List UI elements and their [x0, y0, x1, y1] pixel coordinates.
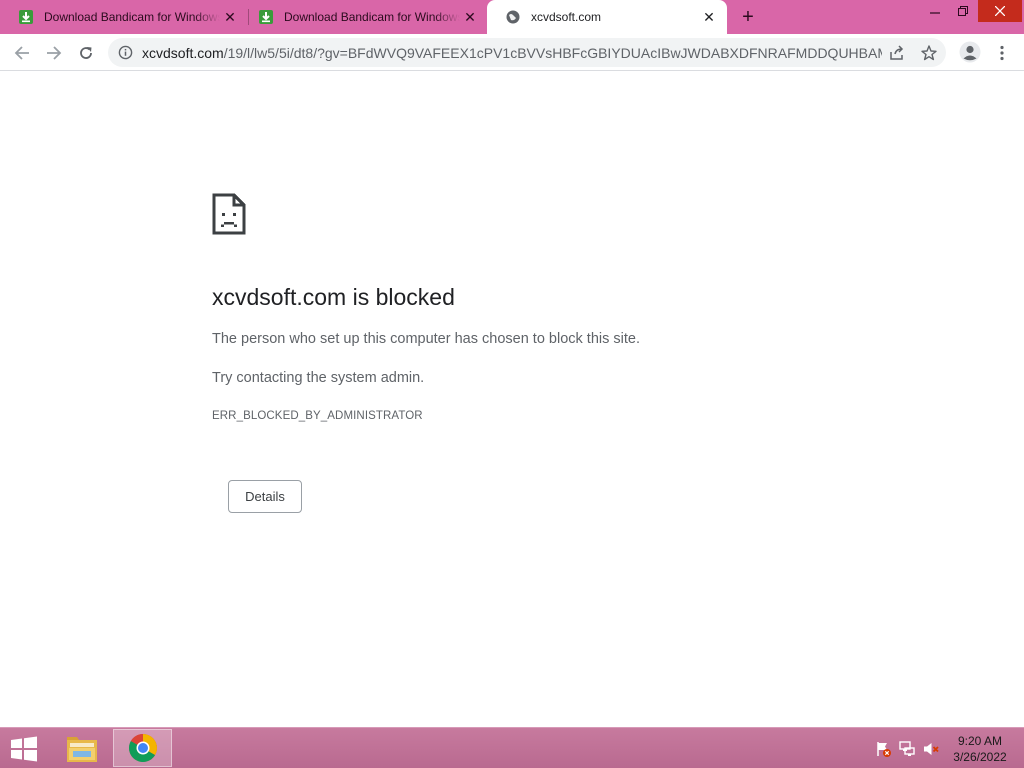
arrow-left-icon: [14, 46, 29, 60]
clock-time: 9:20 AM: [957, 734, 1003, 748]
tab-title: Download Bandicam for Windows: [284, 10, 460, 24]
close-window-button[interactable]: [978, 0, 1022, 22]
tab-title: Download Bandicam for Windows: [44, 10, 220, 24]
error-message: The person who set up this computer has …: [212, 331, 640, 347]
taskbar-file-explorer[interactable]: [58, 731, 106, 767]
page-content: xcvdsoft.com is blocked The person who s…: [0, 71, 1024, 727]
download-icon: [19, 10, 33, 24]
tab-strip: Download Bandicam for Windows ✕ Download…: [0, 0, 1024, 34]
back-button[interactable]: [11, 42, 33, 64]
more-vert-icon: [1000, 45, 1004, 61]
minimize-icon: [930, 12, 940, 14]
network-icon[interactable]: [898, 740, 916, 758]
sad-page-icon: [212, 193, 246, 235]
tab-bandicam-1[interactable]: Download Bandicam for Windows ✕: [0, 0, 248, 34]
action-center-flag-icon[interactable]: [874, 740, 892, 758]
reload-icon: [80, 47, 92, 59]
error-suggestion: Try contacting the system admin.: [212, 370, 425, 386]
restore-button[interactable]: [948, 0, 978, 22]
folder-icon: [67, 737, 97, 762]
minimize-button[interactable]: [920, 0, 950, 22]
site-info-icon[interactable]: [118, 45, 133, 60]
speaker-muted-icon[interactable]: [922, 740, 940, 758]
close-icon: [995, 6, 1005, 16]
url-path: /19/l/lw5/5i/dt8/?gv=BFdWVQ9VAFEEX1cPV1c…: [223, 45, 882, 61]
close-tab-icon[interactable]: ✕: [701, 9, 717, 25]
tab-bandicam-2[interactable]: Download Bandicam for Windows ✕: [240, 0, 488, 34]
globe-icon: [506, 10, 520, 24]
share-icon[interactable]: [888, 44, 906, 62]
url-text[interactable]: xcvdsoft.com/19/l/lw5/5i/dt8/?gv=BFdWVQ9…: [142, 45, 882, 61]
tab-title: xcvdsoft.com: [531, 10, 602, 24]
details-button[interactable]: Details: [228, 480, 302, 513]
tab-xcvdsoft[interactable]: xcvdsoft.com ✕: [487, 0, 727, 34]
menu-button[interactable]: [991, 42, 1013, 64]
browser-toolbar: xcvdsoft.com/19/l/lw5/5i/dt8/?gv=BFdWVQ9…: [0, 34, 1024, 71]
address-bar[interactable]: xcvdsoft.com/19/l/lw5/5i/dt8/?gv=BFdWVQ9…: [108, 38, 946, 67]
new-tab-button[interactable]: +: [738, 7, 758, 27]
profile-avatar-icon: [959, 41, 981, 63]
chrome-icon: [128, 734, 157, 762]
taskbar: 9:20 AM 3/26/2022: [0, 727, 1024, 768]
arrow-right-icon: [47, 46, 62, 60]
windows-start-icon[interactable]: [8, 736, 40, 762]
download-icon: [259, 10, 273, 24]
error-code: ERR_BLOCKED_BY_ADMINISTRATOR: [212, 410, 423, 422]
clock-date: 3/26/2022: [953, 750, 1007, 764]
close-tab-icon[interactable]: ✕: [222, 9, 238, 25]
taskbar-chrome[interactable]: [113, 729, 172, 767]
profile-button[interactable]: [958, 40, 982, 64]
url-host: xcvdsoft.com: [142, 45, 224, 61]
bookmark-star-icon[interactable]: [920, 44, 938, 62]
forward-button[interactable]: [43, 42, 65, 64]
restore-icon: [958, 6, 968, 16]
taskbar-clock[interactable]: 9:20 AM 3/26/2022: [944, 733, 1016, 765]
error-title: xcvdsoft.com is blocked: [212, 284, 455, 310]
reload-button[interactable]: [75, 42, 97, 64]
close-tab-icon[interactable]: ✕: [462, 9, 478, 25]
